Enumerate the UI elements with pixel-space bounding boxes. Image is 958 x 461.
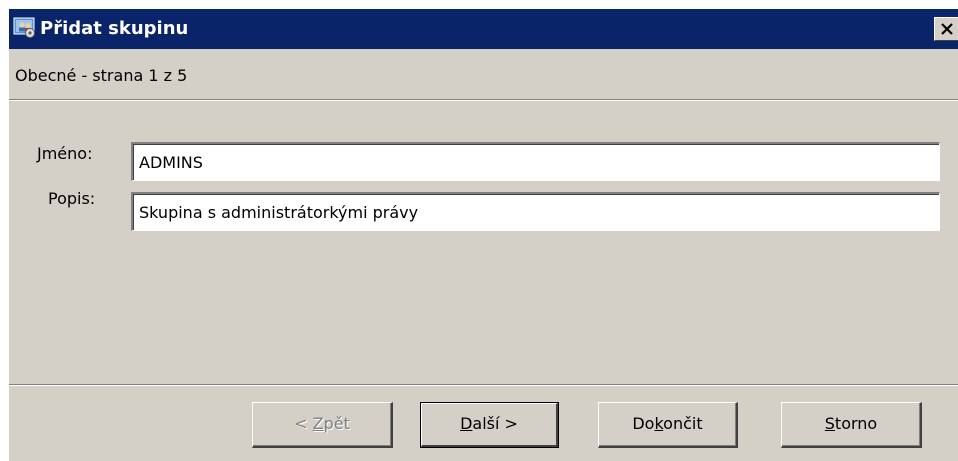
back-button[interactable]: < Zpět	[252, 402, 393, 448]
close-button[interactable]	[934, 17, 958, 41]
name-input[interactable]	[131, 142, 940, 181]
group-users-icon	[13, 16, 37, 40]
add-group-dialog: Přidat skupinu Obecné - strana 1 z 5 Jmé…	[8, 8, 958, 461]
next-button[interactable]: Další >	[420, 402, 559, 448]
description-input[interactable]	[131, 192, 940, 231]
window-title: Přidat skupinu	[40, 18, 189, 39]
cancel-button[interactable]: Storno	[781, 402, 922, 448]
title-bar[interactable]: Přidat skupinu	[9, 9, 958, 49]
close-icon	[941, 23, 953, 35]
name-label: Jméno:	[37, 144, 93, 163]
wizard-page-indicator: Obecné - strana 1 z 5	[15, 66, 188, 85]
footer-separator	[9, 384, 958, 386]
header-separator	[9, 99, 958, 101]
finish-button[interactable]: Dokončit	[598, 402, 738, 448]
description-label: Popis:	[48, 189, 96, 208]
